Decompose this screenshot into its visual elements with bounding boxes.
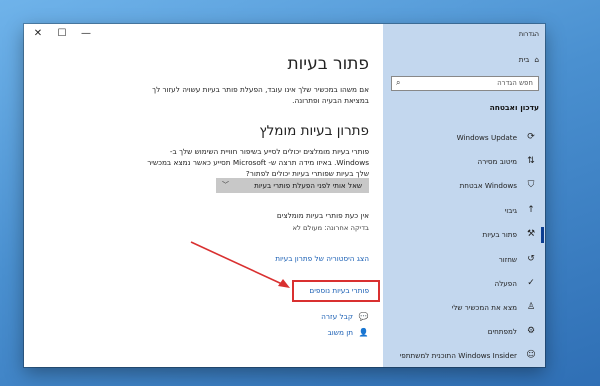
sidebar-item-label: שחזור bbox=[498, 255, 517, 264]
sidebar-item-label: אבטחת Windows bbox=[459, 181, 517, 190]
troubleshoot-page: ✕ ☐ — פתור בעיות אם משהו במכשיר שלך אינו… bbox=[24, 24, 383, 367]
insider-icon: ☺ bbox=[526, 350, 536, 360]
give-feedback-link[interactable]: תן משוב bbox=[328, 328, 353, 337]
settings-title: הגדרות bbox=[518, 30, 539, 38]
search-icon: ⌕ bbox=[396, 78, 401, 87]
sidebar-item-windows-insider[interactable]: התוכנית למשתתפי Windows Insider ☺ bbox=[383, 344, 545, 367]
sidebar-item-label: גיבוי bbox=[504, 206, 517, 215]
home-link[interactable]: ⌂ בית bbox=[519, 55, 539, 64]
sidebar-item-label: מצא את המכשיר שלי bbox=[451, 303, 517, 312]
sidebar-item-label: למפתחים bbox=[487, 327, 517, 336]
section-heading: עדכון ואבטחה bbox=[489, 103, 539, 112]
feedback-icon: 👤 bbox=[358, 328, 369, 337]
sidebar-item-find-my-device[interactable]: מצא את המכשיר שלי ♙ bbox=[383, 296, 545, 320]
help-icon: 💬 bbox=[358, 312, 369, 321]
settings-window: ✕ ☐ — פתור בעיות אם משהו במכשיר שלך אינו… bbox=[24, 24, 545, 367]
home-icon: ⌂ bbox=[534, 55, 539, 64]
sidebar-item-label: התוכנית למשתתפי Windows Insider bbox=[399, 351, 517, 360]
refresh-icon: ⟳ bbox=[527, 132, 535, 142]
search-placeholder: חפש הגדרה bbox=[497, 79, 533, 87]
activation-icon: ✓ bbox=[527, 278, 535, 288]
settings-search[interactable]: חפש הגדרה ⌕ bbox=[391, 76, 539, 91]
home-label: בית bbox=[518, 55, 530, 64]
sidebar-item-activation[interactable]: הפעלה ✓ bbox=[383, 272, 545, 296]
sidebar-item-recovery[interactable]: שחזור ↺ bbox=[383, 248, 545, 272]
sidebar-item-for-developers[interactable]: למפתחים ⚙ bbox=[383, 320, 545, 344]
sidebar-item-label: הפעלה bbox=[494, 279, 517, 288]
sidebar-item-label: פתור בעיות bbox=[482, 230, 517, 239]
get-help-link[interactable]: קבל עזרה bbox=[321, 312, 353, 321]
developer-icon: ⚙ bbox=[526, 326, 536, 336]
sidebar-item-delivery-optimization[interactable]: מיטוב מסירה ⇅ bbox=[383, 150, 545, 174]
sidebar-item-windows-update[interactable]: Windows Update ⟳ bbox=[383, 126, 545, 150]
backup-icon: ↑ bbox=[527, 205, 535, 215]
person-pin-icon: ♙ bbox=[526, 302, 536, 312]
wrench-icon: ⚒ bbox=[526, 229, 536, 239]
sidebar-item-windows-security[interactable]: אבטחת Windows ⛉ bbox=[383, 174, 545, 198]
shield-icon: ⛉ bbox=[527, 180, 535, 190]
recovery-icon: ↺ bbox=[527, 254, 535, 264]
sidebar-item-troubleshoot[interactable]: פתור בעיות ⚒ bbox=[383, 223, 545, 247]
sidebar-item-label: Windows Update bbox=[456, 133, 517, 142]
sidebar-item-backup[interactable]: גיבוי ↑ bbox=[383, 199, 545, 223]
settings-sidebar: הגדרות ⌂ בית חפש הגדרה ⌕ עדכון ואבטחה Win… bbox=[383, 24, 545, 367]
delivery-icon: ⇅ bbox=[527, 156, 535, 166]
sidebar-item-label: מיטוב מסירה bbox=[477, 157, 517, 166]
